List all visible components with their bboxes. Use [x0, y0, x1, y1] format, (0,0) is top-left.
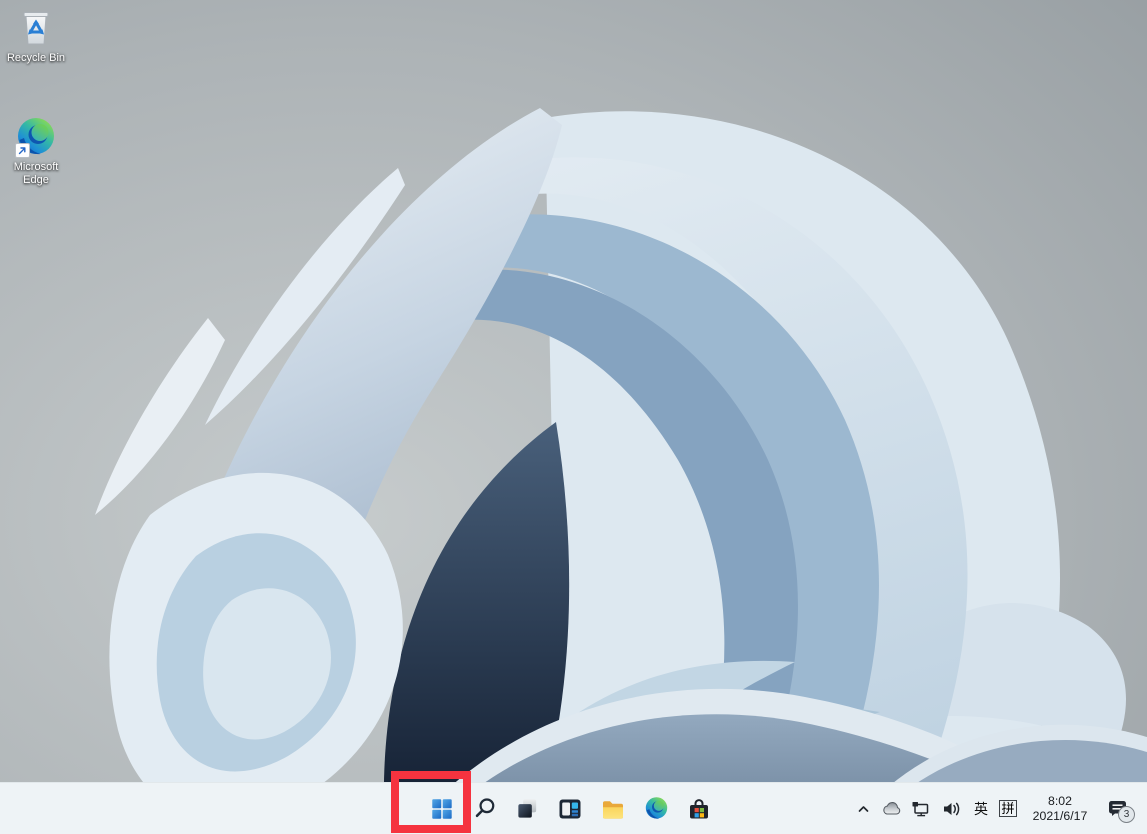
file-explorer-icon — [603, 800, 623, 819]
show-hidden-icons-button[interactable] — [851, 789, 875, 829]
widgets-icon — [559, 799, 581, 818]
microsoft-store-icon — [690, 798, 708, 818]
edge-taskbar-button[interactable] — [636, 789, 676, 829]
clock-time: 8:02 — [1048, 793, 1072, 808]
notification-center-button[interactable]: 3 — [1099, 789, 1137, 829]
start-button[interactable] — [421, 789, 461, 829]
system-tray: 英 拼 8:02 2021/6/17 3 — [851, 783, 1147, 834]
start-icon — [431, 799, 452, 819]
taskbar: 英 拼 8:02 2021/6/17 3 — [0, 782, 1147, 834]
volume-button[interactable] — [937, 789, 967, 829]
search-icon — [475, 798, 494, 818]
desktop-icon-area: Recycle Bin Microsoft Edge — [2, 6, 70, 187]
network-icon — [912, 801, 929, 816]
recycle-bin-desktop-icon[interactable]: Recycle Bin — [2, 6, 70, 65]
taskbar-center-buttons — [421, 783, 719, 834]
widgets-button[interactable] — [550, 789, 590, 829]
search-button[interactable] — [464, 789, 504, 829]
onedrive-button[interactable] — [877, 789, 905, 829]
edge-label: Microsoft Edge — [13, 161, 59, 186]
ime-mode-indicator[interactable]: 拼 — [995, 789, 1021, 829]
ime-pinyin-badge: 拼 — [999, 800, 1017, 817]
volume-icon — [944, 802, 960, 815]
desktop-wallpaper — [0, 0, 1147, 834]
microsoft-store-button[interactable] — [679, 789, 719, 829]
edge-desktop-icon[interactable]: Microsoft Edge — [2, 115, 70, 187]
file-explorer-button[interactable] — [593, 789, 633, 829]
recycle-bin-icon — [14, 6, 58, 50]
chevron-up-icon — [858, 805, 868, 812]
clock-date: 2021/6/17 — [1032, 808, 1088, 823]
recycle-bin-label: Recycle Bin — [6, 52, 66, 64]
task-view-icon — [517, 799, 536, 818]
edge-icon — [14, 115, 58, 159]
edge-icon — [645, 797, 667, 819]
ime-language-indicator[interactable]: 英 — [969, 789, 993, 829]
task-view-button[interactable] — [507, 789, 547, 829]
notification-badge: 3 — [1118, 805, 1135, 823]
clock[interactable]: 8:02 2021/6/17 — [1023, 789, 1097, 829]
shortcut-arrow-icon — [15, 143, 30, 158]
network-button[interactable] — [907, 789, 935, 829]
onedrive-cloud-icon — [882, 802, 900, 815]
